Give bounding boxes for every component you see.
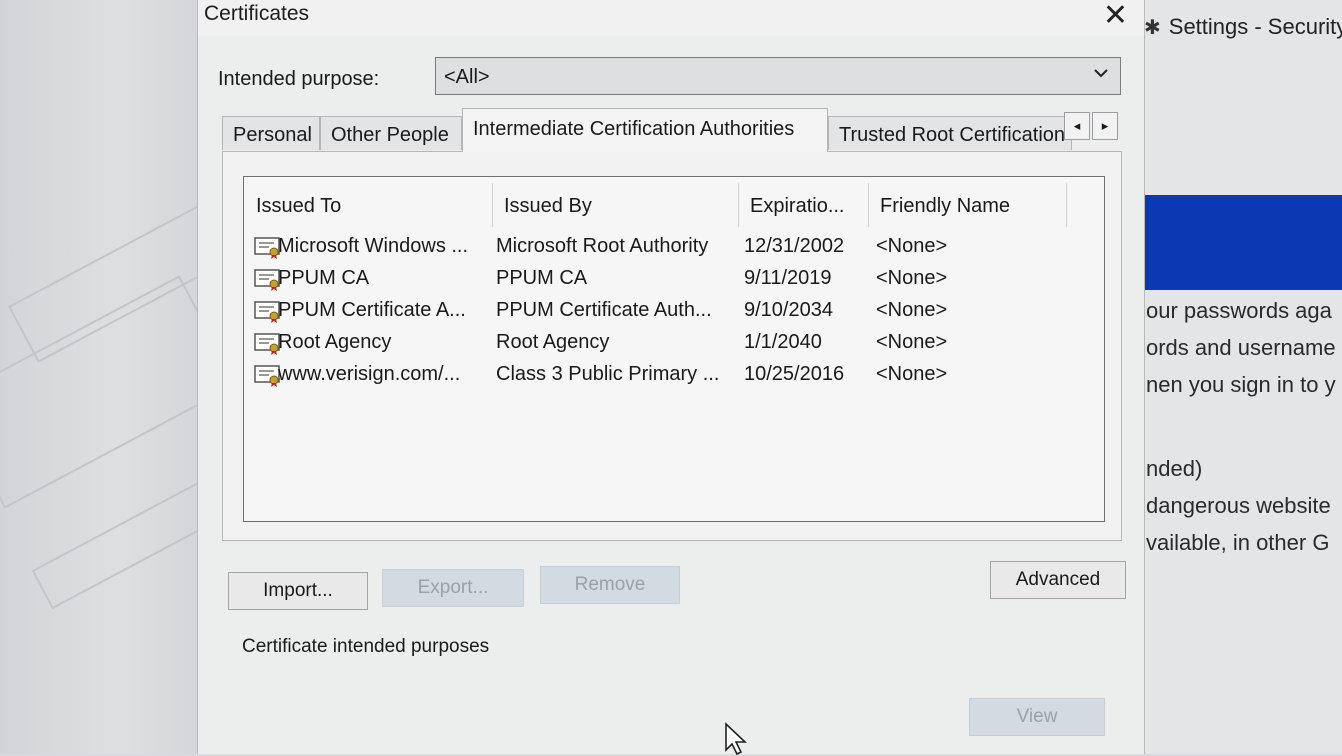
certificate-tabs: Personal Other People Intermediate Certi… [222,108,1122,152]
cell-issued-by: PPUM Certificate Auth... [496,299,712,321]
chevron-down-icon [1092,64,1110,87]
cell-issued-to: Root Agency [278,331,392,353]
column-issued-to[interactable]: Issued To [256,195,341,218]
cell-issued-by: Microsoft Root Authority [496,235,709,257]
cell-expiration: 9/10/2034 [744,299,833,321]
background-text: our passwords aga [1146,298,1332,323]
cell-issued-to: Microsoft Windows ... [278,235,469,257]
tab-panel: Issued To Issued By Expiratio... Friendl… [222,151,1122,541]
cell-issued-to: PPUM Certificate A... [278,299,466,321]
certificates-dialog: Certificates ✕ Intended purpose: <All> P… [197,0,1145,754]
background-header-band [1144,195,1342,290]
background-text: nded) [1146,456,1203,481]
background-text: nen you sign in to y [1146,372,1336,397]
tab-personal[interactable]: Personal [222,116,320,150]
table-row[interactable]: PPUM Certificate A... PPUM Certificate A… [252,295,1102,327]
export-button[interactable]: Export... [382,569,524,607]
dialog-titlebar: Certificates ✕ [198,0,1144,36]
column-issued-by[interactable]: Issued By [504,195,592,218]
background-text: vailable, in other G [1146,530,1330,555]
cell-friendly-name: <None> [876,299,948,321]
remove-button[interactable]: Remove [540,566,680,604]
tab-other-people[interactable]: Other People [320,116,462,150]
cell-expiration: 9/11/2019 [744,267,832,289]
cell-friendly-name: <None> [876,267,948,289]
cell-issued-to: PPUM CA [278,267,370,289]
cell-issued-to: www.verisign.com/... [278,363,461,385]
table-row[interactable]: Microsoft Windows ... Microsoft Root Aut… [252,231,1102,263]
certificate-intended-purposes-label: Certificate intended purposes [242,636,490,657]
cell-expiration: 1/1/2040 [744,331,822,353]
import-button[interactable]: Import... [228,572,368,610]
mouse-pointer-icon [725,722,748,756]
table-row[interactable]: www.verisign.com/... Class 3 Public Prim… [252,359,1102,391]
gear-icon: ✱ [1144,17,1161,39]
table-row[interactable]: PPUM CA PPUM CA 9/11/2019 <None> [252,263,1102,295]
certificate-list[interactable]: Issued To Issued By Expiratio... Friendl… [243,176,1105,522]
column-expiration[interactable]: Expiratio... [750,195,844,218]
advanced-button[interactable]: Advanced [990,561,1126,599]
background-text: dangerous website [1146,493,1331,518]
intended-purpose-dropdown[interactable]: <All> [435,57,1121,95]
table-row[interactable]: Root Agency Root Agency 1/1/2040 <None> [252,327,1102,359]
cell-friendly-name: <None> [876,235,948,257]
cell-expiration: 10/25/2016 [744,363,845,385]
cell-issued-by: PPUM CA [496,267,588,289]
cell-issued-by: Root Agency [496,331,610,353]
background-settings-window: ✱ Settings - Security our passwords aga o… [1144,0,1342,754]
cell-issued-by: Class 3 Public Primary ... [496,363,720,385]
column-divider[interactable] [492,183,493,227]
column-divider[interactable] [1066,183,1067,227]
column-divider[interactable] [868,183,869,227]
view-button[interactable]: View [969,698,1105,736]
close-icon[interactable]: ✕ [1103,0,1128,33]
tab-intermediate-certification-authorities[interactable]: Intermediate Certification Authorities [462,108,828,152]
background-decoration [31,474,197,610]
tab-trusted-root-certification[interactable]: Trusted Root Certification [828,116,1072,150]
background-left [0,0,197,754]
tab-scroll-right-icon[interactable]: ▸ [1092,112,1118,140]
background-text: ords and username [1146,335,1336,360]
dialog-title: Certificates [204,2,310,25]
cell-expiration: 12/31/2002 [744,235,845,257]
column-divider[interactable] [738,183,739,227]
list-header: Issued To Issued By Expiratio... Friendl… [244,177,1104,229]
intended-purpose-value: <All> [444,66,490,88]
intended-purpose-label: Intended purpose: [218,68,380,90]
cell-friendly-name: <None> [876,363,948,385]
cell-friendly-name: <None> [876,331,948,353]
tab-scroll-left-icon[interactable]: ◂ [1064,112,1090,140]
column-friendly-name[interactable]: Friendly Name [880,195,1010,218]
settings-window-title: ✱ Settings - Security [1144,14,1342,39]
